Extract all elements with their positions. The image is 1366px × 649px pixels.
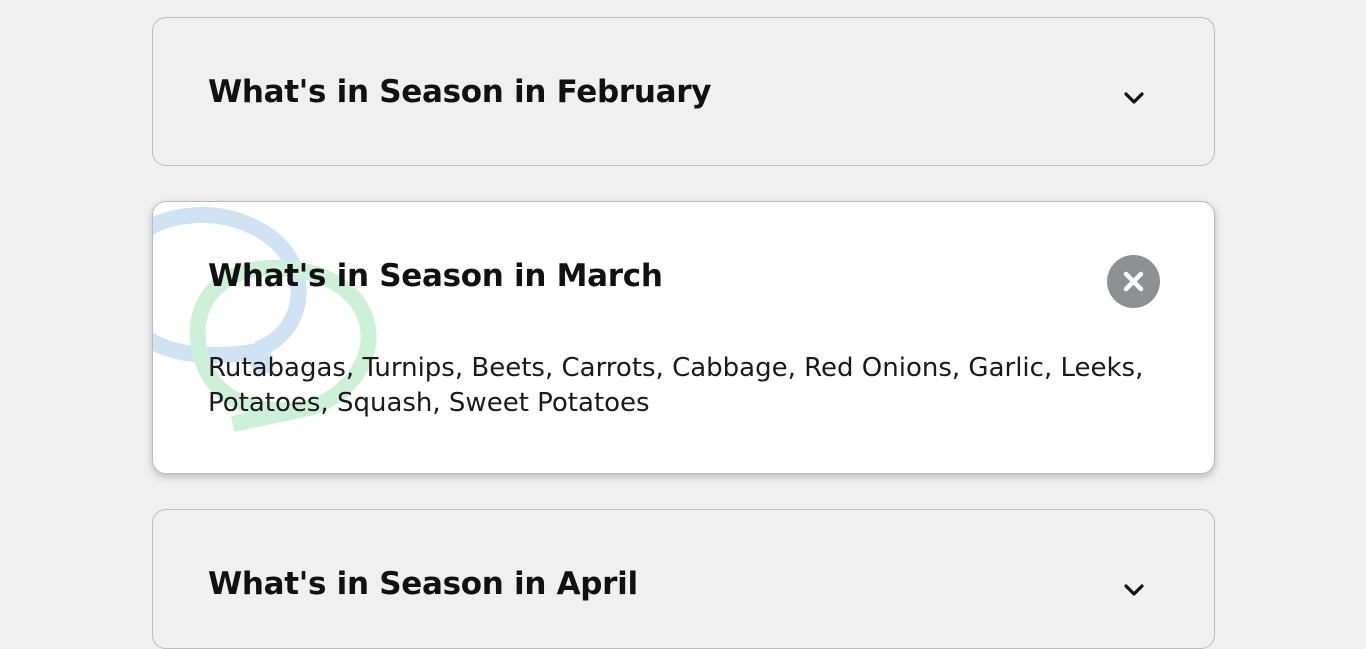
- faq-title-february[interactable]: What's in Season in February: [208, 74, 711, 110]
- close-icon: [1123, 271, 1144, 292]
- faq-item-february[interactable]: What's in Season in February: [152, 17, 1215, 166]
- chevron-down-icon[interactable]: [1122, 578, 1146, 602]
- close-button[interactable]: [1107, 255, 1160, 308]
- faq-item-march[interactable]: What's in Season in March Rutabagas, Tur…: [152, 201, 1215, 474]
- faq-item-april[interactable]: What's in Season in April: [152, 509, 1215, 649]
- chevron-down-icon[interactable]: [1122, 86, 1146, 110]
- faq-title-march[interactable]: What's in Season in March: [208, 258, 663, 294]
- faq-title-april[interactable]: What's in Season in April: [208, 566, 638, 602]
- faq-answer-march: Rutabagas, Turnips, Beets, Carrots, Cabb…: [208, 353, 1144, 418]
- faq-accordion: What's in Season in February What's in S…: [152, 17, 1215, 649]
